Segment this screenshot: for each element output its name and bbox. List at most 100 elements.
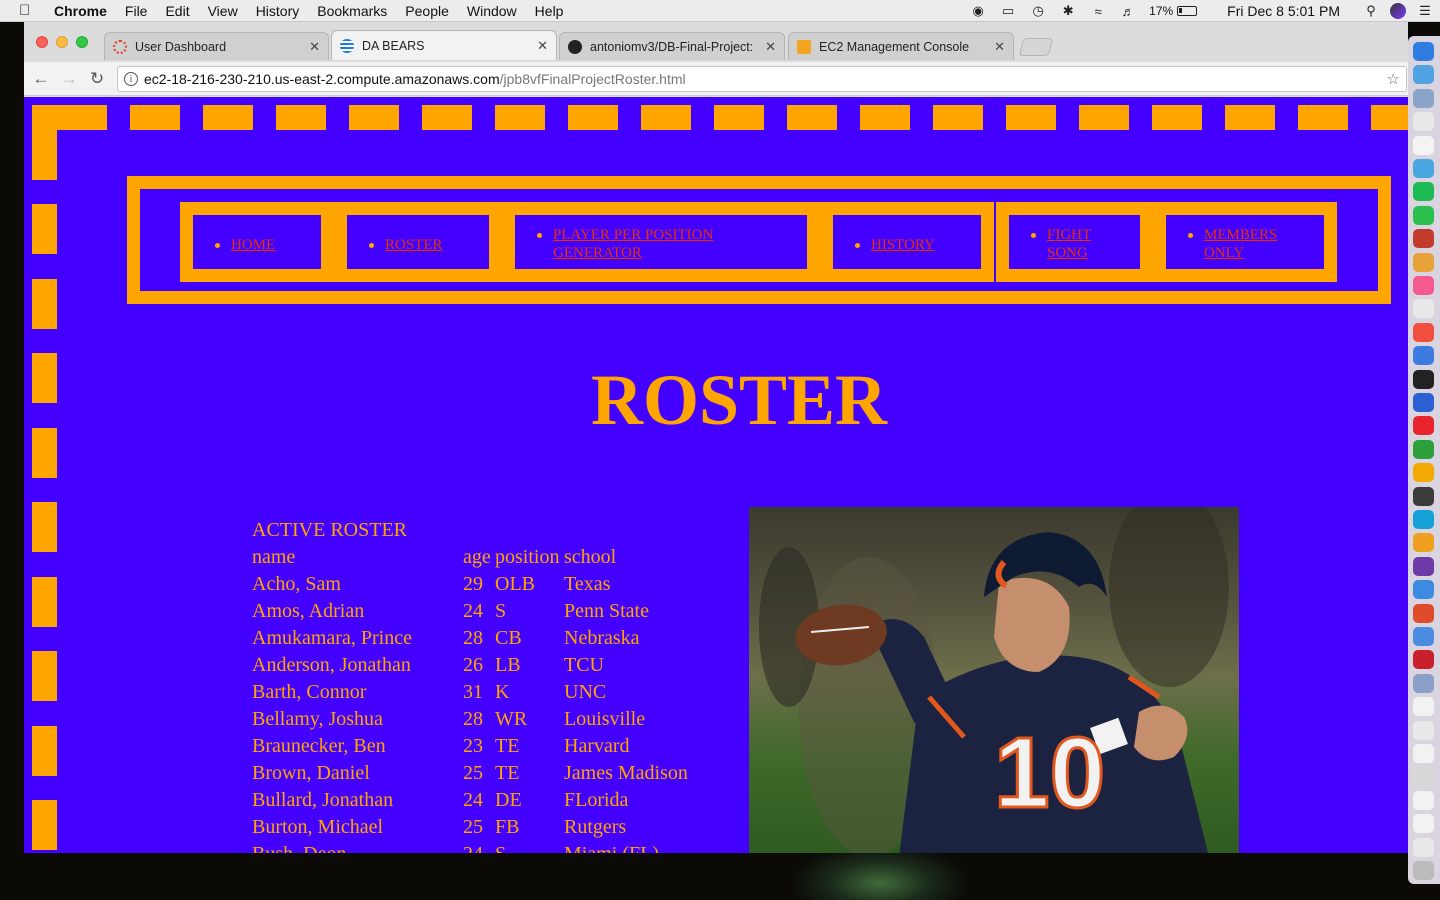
dock-app-icon[interactable] [1413,861,1434,880]
nav-link-player-generator[interactable]: PLAYER PER POSITION GENERATOR [553,226,773,262]
time-machine-icon[interactable]: ◷ [1027,0,1049,22]
dock-app-icon[interactable] [1413,276,1434,295]
nav-link-home[interactable]: HOME [231,236,275,254]
address-bar[interactable]: i ec2-18-216-230-210.us-east-2.compute.a… [117,66,1407,92]
menubar-clock[interactable]: Fri Dec 8 5:01 PM [1227,3,1340,19]
menu-view[interactable]: View [208,3,238,19]
dock-app-icon[interactable] [1413,463,1434,483]
url-host: ec2-18-216-230-210.us-east-2.compute.ama… [144,71,500,87]
dock-app-icon[interactable] [1413,42,1434,61]
dock-app-icon[interactable] [1413,580,1434,600]
minimize-window-button[interactable] [56,36,68,48]
nav-link-members-only[interactable]: MEMBERS ONLY [1204,226,1304,262]
menu-help[interactable]: Help [535,3,564,19]
dock-app-icon[interactable] [1413,229,1434,249]
battery-icon [1177,6,1198,16]
top-dash [787,105,837,130]
menu-history[interactable]: History [256,3,300,19]
dock-app-icon[interactable] [1413,837,1434,857]
new-tab-button[interactable] [1018,38,1054,56]
dock-app-icon[interactable] [1413,369,1434,389]
battery-indicator[interactable]: 17% [1149,4,1198,18]
dock-app-icon[interactable] [1413,697,1434,717]
nav-link-fight-song[interactable]: FIGHT SONG [1047,226,1117,262]
globe-icon[interactable]: ◉ [967,0,989,22]
tab-close-icon[interactable]: ✕ [994,39,1005,55]
macos-dock [1408,36,1440,884]
player-school: FLorida [564,789,629,811]
dock-app-icon[interactable] [1413,182,1434,202]
tab-close-icon[interactable]: ✕ [537,38,548,54]
bookmark-star-icon[interactable]: ☆ [1387,70,1400,88]
bluetooth-icon[interactable]: ✱ [1057,0,1079,22]
player-position: TE [495,762,520,784]
menu-people[interactable]: People [405,3,449,19]
airplay-icon[interactable]: ▭ [997,0,1019,22]
dock-app-icon[interactable] [1413,205,1434,225]
wifi-icon[interactable]: ≈ [1087,0,1109,22]
tab-title: EC2 Management Console [819,39,970,54]
dock-app-icon[interactable] [1413,650,1434,670]
menu-bookmarks[interactable]: Bookmarks [317,3,387,19]
dock-app-icon[interactable] [1413,767,1434,787]
notification-center-icon[interactable]: ☰ [1414,0,1436,22]
tab-title: antoniomv3/DB-Final-Project: [590,39,754,54]
close-window-button[interactable] [36,36,48,48]
top-dash [495,105,545,130]
dock-app-icon[interactable] [1413,603,1434,623]
tab-github-repo[interactable]: antoniomv3/DB-Final-Project: ✕ [559,32,785,60]
player-name: Bullard, Jonathan [252,789,394,811]
dock-app-icon[interactable] [1413,790,1434,810]
top-dash [714,105,764,130]
player-name: Anderson, Jonathan [252,654,411,676]
dock-app-icon[interactable] [1413,393,1434,412]
tab-user-dashboard[interactable]: User Dashboard ✕ [104,32,329,60]
dock-app-icon[interactable] [1413,720,1434,740]
player-school: Louisville [564,708,646,730]
dock-app-icon[interactable] [1413,299,1434,319]
menu-app-name[interactable]: Chrome [54,3,107,19]
nav-link-roster[interactable]: ROSTER [385,236,443,254]
tab-close-icon[interactable]: ✕ [309,39,320,55]
site-info-icon[interactable]: i [124,72,138,86]
dock-app-icon[interactable] [1413,112,1434,132]
side-dash [32,502,57,552]
dock-app-icon[interactable] [1413,556,1434,576]
dock-app-icon[interactable] [1413,510,1434,529]
siri-icon[interactable] [1390,3,1406,19]
back-arrow-icon[interactable]: ← [30,68,52,90]
apple-menu-icon[interactable]:  [19,2,30,19]
dock-app-icon[interactable] [1413,88,1434,108]
tab-ec2-console[interactable]: EC2 Management Console ✕ [788,32,1014,60]
dock-app-icon[interactable] [1413,346,1434,366]
dock-app-icon[interactable] [1413,673,1434,693]
dock-app-icon[interactable] [1413,416,1434,436]
dock-app-icon[interactable] [1413,135,1434,155]
reload-icon[interactable]: ↻ [86,68,108,90]
zoom-window-button[interactable] [76,36,88,48]
dock-app-icon[interactable] [1413,627,1434,646]
tab-close-icon[interactable]: ✕ [765,39,776,55]
dock-app-icon[interactable] [1413,814,1434,834]
dock-app-icon[interactable] [1413,744,1434,763]
dock-app-icon[interactable] [1413,486,1434,506]
top-dash [130,105,180,130]
spotlight-search-icon[interactable]: ⚲ [1360,0,1382,22]
dock-app-icon[interactable] [1413,533,1434,553]
tab-da-bears[interactable]: DA BEARS ✕ [331,30,557,60]
menu-window[interactable]: Window [467,3,517,19]
volume-icon[interactable]: ♬ [1117,0,1139,22]
dock-app-icon[interactable] [1413,65,1434,85]
table-row: Braunecker, Ben 23 TE Harvard [252,733,630,760]
aws-cube-favicon-icon [797,39,811,54]
nav-link-history[interactable]: HISTORY [871,236,935,254]
forward-arrow-icon[interactable]: → [58,68,80,90]
dock-app-icon[interactable] [1413,322,1434,342]
dock-app-icon[interactable] [1413,439,1434,459]
dock-app-icon[interactable] [1413,252,1434,272]
menu-file[interactable]: File [125,3,148,19]
chrome-window: User Dashboard ✕ DA BEARS ✕ antoniomv3/D… [24,22,1408,853]
dock-app-icon[interactable] [1413,159,1434,178]
menu-edit[interactable]: Edit [165,3,189,19]
side-dash [32,278,57,329]
